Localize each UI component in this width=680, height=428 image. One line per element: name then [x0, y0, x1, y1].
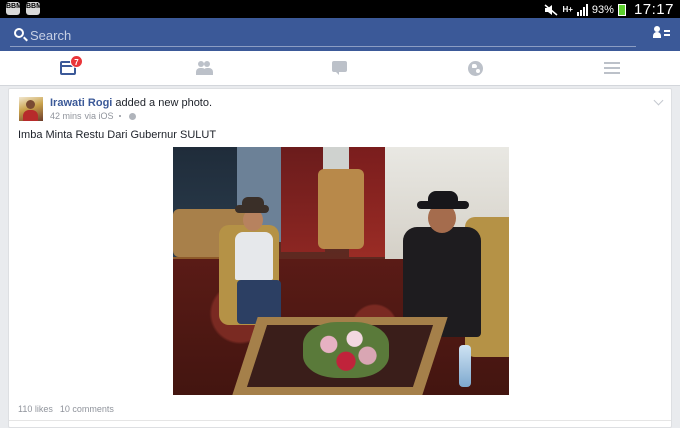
tab-messages[interactable] — [272, 51, 408, 86]
globe-icon — [468, 61, 483, 76]
post-time[interactable]: 42 mins — [50, 111, 82, 121]
tab-more[interactable] — [544, 51, 680, 86]
menu-icon — [604, 61, 620, 75]
comments-count[interactable]: 10 comments — [60, 404, 114, 414]
action-divider — [9, 420, 671, 421]
post-caption: Imba Minta Restu Dari Gubernur SULUT — [18, 129, 217, 141]
clock: 17:17 — [633, 1, 674, 18]
battery-percent: 93% — [591, 3, 614, 16]
battery-icon — [617, 3, 626, 16]
avatar[interactable] — [19, 97, 43, 121]
status-bar: BBM BBM H+ 93% 17:17 — [0, 0, 680, 18]
bbm-notification-icon: BBM — [6, 2, 22, 15]
mute-icon — [544, 3, 558, 16]
bbm-icon-label: BBM — [6, 3, 22, 10]
story-headline: Irawati Rogi added a new photo. — [50, 97, 212, 109]
story-stats: 110 likes 10 comments — [18, 404, 121, 414]
friends-icon — [196, 61, 213, 75]
likes-count[interactable]: 110 likes — [18, 404, 53, 414]
network-type: H+ — [562, 4, 573, 14]
tab-bar: 7 — [0, 51, 680, 86]
notification-badge: 7 — [70, 55, 83, 68]
search-input[interactable] — [30, 27, 590, 43]
story-meta: 42 mins via iOS — [50, 111, 136, 121]
signal-icon — [576, 3, 588, 16]
story-action: added a new photo. — [112, 97, 213, 109]
search-box[interactable] — [10, 23, 636, 47]
post-via: via iOS — [84, 111, 114, 121]
tab-notifications[interactable] — [408, 51, 544, 86]
public-audience-icon — [128, 112, 136, 120]
author-name[interactable]: Irawati Rogi — [50, 97, 112, 109]
search-bar — [0, 18, 680, 51]
meta-separator — [118, 115, 121, 117]
tab-news-feed[interactable]: 7 — [0, 51, 136, 86]
post-photo[interactable] — [173, 147, 509, 395]
status-notifications: BBM BBM — [6, 2, 42, 15]
status-indicators: H+ 93% 17:17 — [544, 1, 674, 18]
search-icon — [14, 28, 24, 38]
bbm-notification-icon: BBM — [26, 2, 42, 15]
tab-friends[interactable] — [136, 51, 272, 86]
friends-list-icon[interactable] — [653, 26, 670, 40]
messages-icon — [332, 61, 347, 75]
bbm-icon-label: BBM — [26, 3, 42, 10]
news-feed-story: Irawati Rogi added a new photo. 42 mins … — [8, 88, 672, 428]
chevron-down-icon[interactable] — [653, 95, 664, 106]
